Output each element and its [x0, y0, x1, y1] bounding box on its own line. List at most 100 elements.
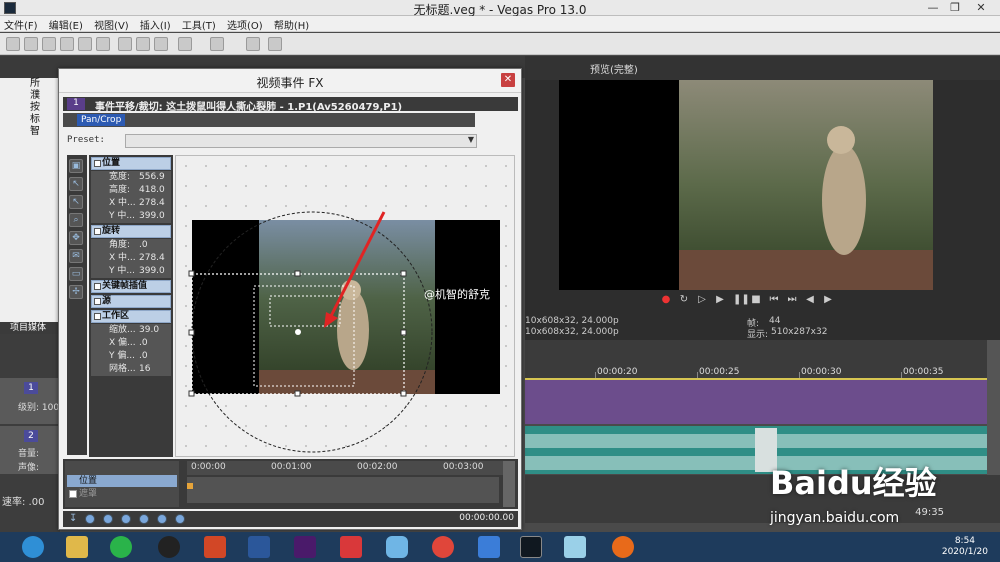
next-frame-icon[interactable]: ▶ [823, 295, 833, 305]
keyframe-marker[interactable] [187, 483, 193, 489]
prop-height[interactable]: 高度: 418.0 [91, 184, 171, 197]
timeline-ruler[interactable]: 00:00:20 00:00:25 00:00:30 00:00:35 [525, 340, 1000, 378]
menu-file[interactable]: 文件(F) [0, 16, 42, 33]
wechat-icon[interactable] [110, 536, 132, 558]
app-icon[interactable] [340, 536, 362, 558]
new-icon[interactable] [6, 37, 20, 51]
prev-keyframe-icon[interactable] [103, 514, 113, 524]
copy-icon[interactable] [136, 37, 150, 51]
save-as-icon[interactable] [60, 37, 74, 51]
stop-icon[interactable]: ■ [751, 295, 761, 305]
media-icon[interactable] [612, 536, 634, 558]
delete-keyframe-icon[interactable] [139, 514, 149, 524]
record-icon[interactable]: ● [661, 295, 671, 305]
prev-frame-icon[interactable]: ◀ [805, 295, 815, 305]
prop-x-center[interactable]: X 中... 278.4 [91, 197, 171, 210]
crop-overlay[interactable] [176, 156, 516, 458]
cut-icon[interactable] [118, 37, 132, 51]
paste-icon[interactable] [154, 37, 168, 51]
system-clock[interactable]: 8:54 2020/1/20 [942, 536, 988, 558]
keyframe-lane[interactable] [187, 477, 499, 503]
list-item[interactable]: 按 [0, 102, 59, 114]
close-icon[interactable]: ✕ [970, 0, 992, 16]
premiere-icon[interactable] [294, 536, 316, 558]
section-source[interactable]: 源 [91, 295, 171, 308]
prop-grid[interactable]: 网格... 16 [91, 363, 171, 376]
keyframe-time-display[interactable]: 00:00:00.00 [454, 513, 514, 525]
zoom-tool-icon[interactable]: ⌕ [69, 213, 83, 227]
section-rotation[interactable]: 旋转 [91, 225, 171, 238]
prop-rotation-y-center[interactable]: Y 中... 399.0 [91, 265, 171, 278]
word-icon[interactable] [248, 536, 270, 558]
go-end-icon[interactable]: ⏭ [787, 295, 797, 305]
render-icon[interactable] [78, 37, 92, 51]
redo-icon[interactable] [210, 37, 224, 51]
chrome-icon[interactable] [432, 536, 454, 558]
section-workspace[interactable]: 工作区 [91, 310, 171, 323]
minimize-icon[interactable]: — [922, 0, 944, 16]
fx-close-icon[interactable]: ✕ [501, 73, 515, 87]
plugin-pan-crop-tab[interactable]: Pan/Crop [77, 114, 126, 126]
qq-icon[interactable] [158, 536, 180, 558]
menu-view[interactable]: 视图(V) [90, 16, 133, 33]
restore-icon[interactable]: ❐ [944, 0, 966, 16]
file-explorer-icon[interactable] [66, 536, 88, 558]
last-keyframe-icon[interactable] [175, 514, 185, 524]
prop-y-center[interactable]: Y 中... 399.0 [91, 210, 171, 223]
browser-icon[interactable] [22, 536, 44, 558]
play-icon[interactable]: ▶ [715, 295, 725, 305]
section-keyframe-interpolation[interactable]: 关键帧插值 [91, 280, 171, 293]
vegas-taskbar-icon[interactable] [520, 536, 542, 558]
pause-icon[interactable]: ❚❚ [733, 295, 750, 305]
tool-icon[interactable] [246, 37, 260, 51]
save-icon[interactable] [42, 37, 56, 51]
loop-icon[interactable]: ↻ [679, 295, 689, 305]
first-keyframe-icon[interactable] [85, 514, 95, 524]
add-keyframe-icon[interactable] [121, 514, 131, 524]
preview-quality-select[interactable]: 预览(完整) [590, 61, 638, 76]
prop-zoom[interactable]: 缩放... 39.0 [91, 324, 171, 337]
audio-track-header[interactable]: 2 音量: 声像: [0, 426, 60, 474]
prop-y-offset[interactable]: Y 偏... .0 [91, 350, 171, 363]
preset-select[interactable]: ▼ [125, 134, 477, 148]
list-item[interactable]: 智 [0, 126, 59, 138]
menu-tools[interactable]: 工具(T) [178, 16, 220, 33]
properties-icon[interactable] [96, 37, 110, 51]
cloud-icon[interactable] [386, 536, 408, 558]
help-pointer-icon[interactable] [268, 37, 282, 51]
list-item[interactable]: 所 [0, 78, 59, 90]
pointer-tool-icon[interactable]: ↖ [69, 177, 83, 191]
normal-edit-tool-icon[interactable]: ▣ [69, 159, 83, 173]
menu-edit[interactable]: 编辑(E) [45, 16, 87, 33]
notes-icon[interactable] [564, 536, 586, 558]
move-icon[interactable]: ✢ [69, 285, 83, 299]
menu-options[interactable]: 选项(O) [223, 16, 267, 33]
keyframe-row-mask[interactable]: 遮罩 [67, 489, 177, 499]
powerpoint-icon[interactable] [204, 536, 226, 558]
open-icon[interactable] [24, 37, 38, 51]
list-item[interactable]: 濮 [0, 90, 59, 102]
video-event[interactable] [525, 378, 987, 424]
prop-width[interactable]: 宽度: 556.9 [91, 171, 171, 184]
menu-help[interactable]: 帮助(H) [270, 16, 313, 33]
section-position[interactable]: 位置 [91, 157, 171, 170]
mask-icon[interactable]: ✉ [69, 249, 83, 263]
keyframe-scrollbar[interactable] [503, 461, 515, 507]
keyframe-row-position[interactable]: 位置 [67, 475, 177, 487]
pan-crop-canvas[interactable]: @机智的舒克 [175, 155, 515, 457]
play-from-start-icon[interactable]: ▷ [697, 295, 707, 305]
go-start-icon[interactable]: ⏮ [769, 295, 779, 305]
prop-angle[interactable]: 角度: .0 [91, 239, 171, 252]
pan-tool-icon[interactable]: ✥ [69, 231, 83, 245]
next-keyframe-icon[interactable] [157, 514, 167, 524]
preview-icon[interactable]: ▭ [69, 267, 83, 281]
keyframe-ruler[interactable]: 0:00:00 00:01:00 00:02:00 00:03:00 [187, 461, 507, 475]
pointer-select-icon[interactable]: ↖ [69, 195, 83, 209]
bird-icon[interactable] [478, 536, 500, 558]
undo-icon[interactable] [178, 37, 192, 51]
prop-rotation-x-center[interactable]: X 中... 278.4 [91, 252, 171, 265]
video-track-header[interactable]: 1 级别: 100 [0, 378, 60, 424]
menu-insert[interactable]: 插入(I) [136, 16, 175, 33]
tab-project-media[interactable]: 项目媒体 [0, 322, 60, 334]
prop-x-offset[interactable]: X 偏... .0 [91, 337, 171, 350]
